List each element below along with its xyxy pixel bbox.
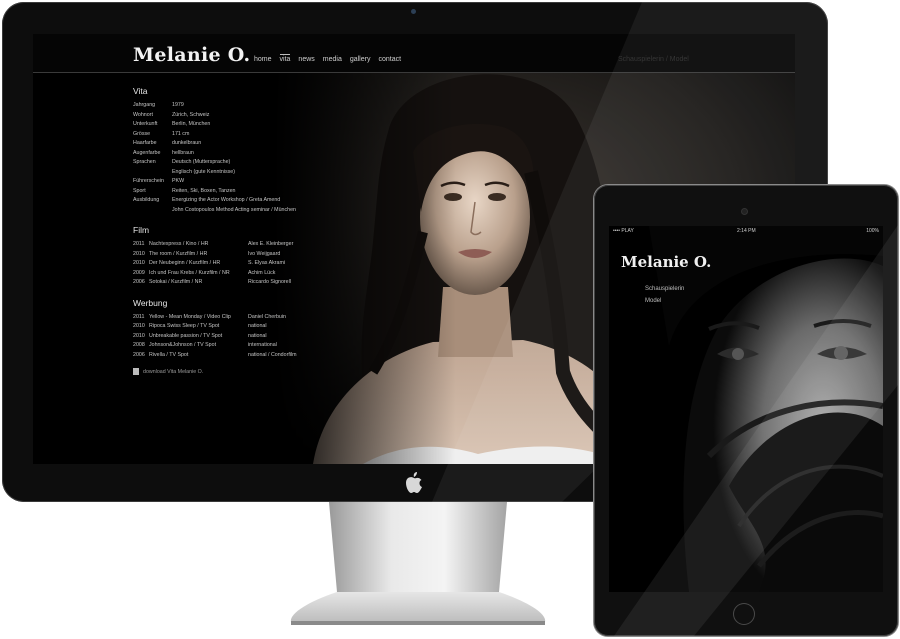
werbung-row: 2010 Unbreakable passion / TV Spot nationa… (133, 332, 267, 339)
nav-vita[interactable]: vita (279, 54, 291, 64)
vita-heading: Vita (133, 86, 148, 96)
fact-row: Wohnort Zürich, Schweiz (133, 111, 210, 118)
document-icon (133, 368, 139, 375)
werbung-row: 2008 Johnson&Johnson / TV Spot internation… (133, 342, 277, 348)
site-logo[interactable]: Melanie O. (133, 44, 250, 66)
nav-home[interactable]: home (254, 56, 272, 64)
fact-row: Führerschein PKW (133, 178, 185, 184)
werbung-row: 2010 Ripoca Swiss Sleep / TV Spot national (133, 323, 267, 329)
fact-row: Unterkunft Berlin, München (133, 121, 211, 127)
tablet-menu: Schauspielerin Model (645, 283, 684, 307)
tablet-device: •••• PLAY 2:14 PM 100% Melanie O. Schaus… (594, 185, 898, 636)
tablet-site-logo[interactable]: Melanie O. (621, 253, 711, 271)
clock: 2:14 PM (737, 228, 756, 234)
film-heading: Film (133, 225, 150, 235)
tablet-camera-icon (742, 209, 747, 214)
tablet-menu-item[interactable]: Schauspielerin (645, 283, 684, 295)
home-button[interactable] (733, 603, 755, 625)
film-list: 2011 Nachtexpress / Kino / HR Alex E. Klei… (133, 240, 333, 288)
film-row: 2006 Sotokai / Kurzfilm / NR Riccardo Sign… (133, 279, 291, 285)
fact-row: Sprachen Deutsch (Muttersprache) (133, 159, 231, 165)
tablet-portrait-photo (609, 226, 883, 592)
fact-row: Ausbildung Energizing the Actor Workshop … (133, 197, 281, 203)
nav-news[interactable]: news (298, 56, 314, 64)
nav-media[interactable]: media (323, 56, 342, 64)
fact-row: John Costopoulos Method Acting seminar /… (172, 206, 296, 213)
header-tagline: Schauspielerin / Model (618, 56, 689, 63)
film-row: 2010 Der Neubeginn / Kurzfilm / HR S. Elya… (133, 260, 286, 266)
film-row: 2011 Nachtexpress / Kino / HR Alex E. Klei… (133, 241, 294, 247)
vita-facts: Jahrgang 1979 Wohnort Zürich, Schweiz Unte… (133, 101, 333, 215)
monitor-stand (290, 502, 546, 625)
battery-level: 100% (866, 228, 879, 234)
fact-row: Sport Reiten, Ski, Boxen, Tanzen (133, 187, 236, 194)
werbung-row: 2011 Yellow - Mean Monday / Video Clip Dan… (133, 313, 286, 320)
download-vita-label: download Vita Melanie O. (143, 368, 204, 375)
fact-row: Augenfarbe hellbraun (133, 149, 194, 156)
apple-logo-icon (406, 472, 422, 493)
nav-contact[interactable]: contact (378, 56, 401, 64)
film-row: 2009 Ich und Frau Krebs / Kurzfilm / NR Ac… (133, 269, 276, 276)
camera-icon (411, 9, 416, 14)
fact-row: Jahrgang 1979 (133, 102, 184, 108)
film-row: 2010 The room / Kurzfilm / HR Ivo Weijgaar… (133, 250, 281, 257)
nav-gallery[interactable]: gallery (350, 56, 371, 64)
fact-row: Grösse 171 cm (133, 130, 190, 137)
tablet-screen: •••• PLAY 2:14 PM 100% Melanie O. Schaus… (609, 226, 883, 592)
tablet-menu-item[interactable]: Model (645, 295, 684, 307)
fact-row: Haarfarbe dunkelbraun (133, 140, 202, 146)
vita-content: Vita Jahrgang 1979 Wohnort Zürich, Schweiz… (133, 86, 333, 375)
tablet-status-bar: •••• PLAY 2:14 PM 100% (609, 226, 883, 236)
werbung-row: 2006 Rivella / TV Spot national / Condorfi… (133, 351, 297, 358)
download-vita-link[interactable]: download Vita Melanie O. (133, 368, 333, 375)
werbung-heading: Werbung (133, 297, 168, 308)
site-header: Melanie O. home vita news media gallery … (33, 34, 795, 73)
main-nav: home vita news media gallery contact (254, 54, 401, 64)
werbung-list: 2011 Yellow - Mean Monday / Video Clip Dan… (133, 313, 333, 361)
carrier-label: •••• PLAY (613, 228, 634, 234)
fact-row: Englisch (gute Kenntnisse) (172, 168, 236, 175)
